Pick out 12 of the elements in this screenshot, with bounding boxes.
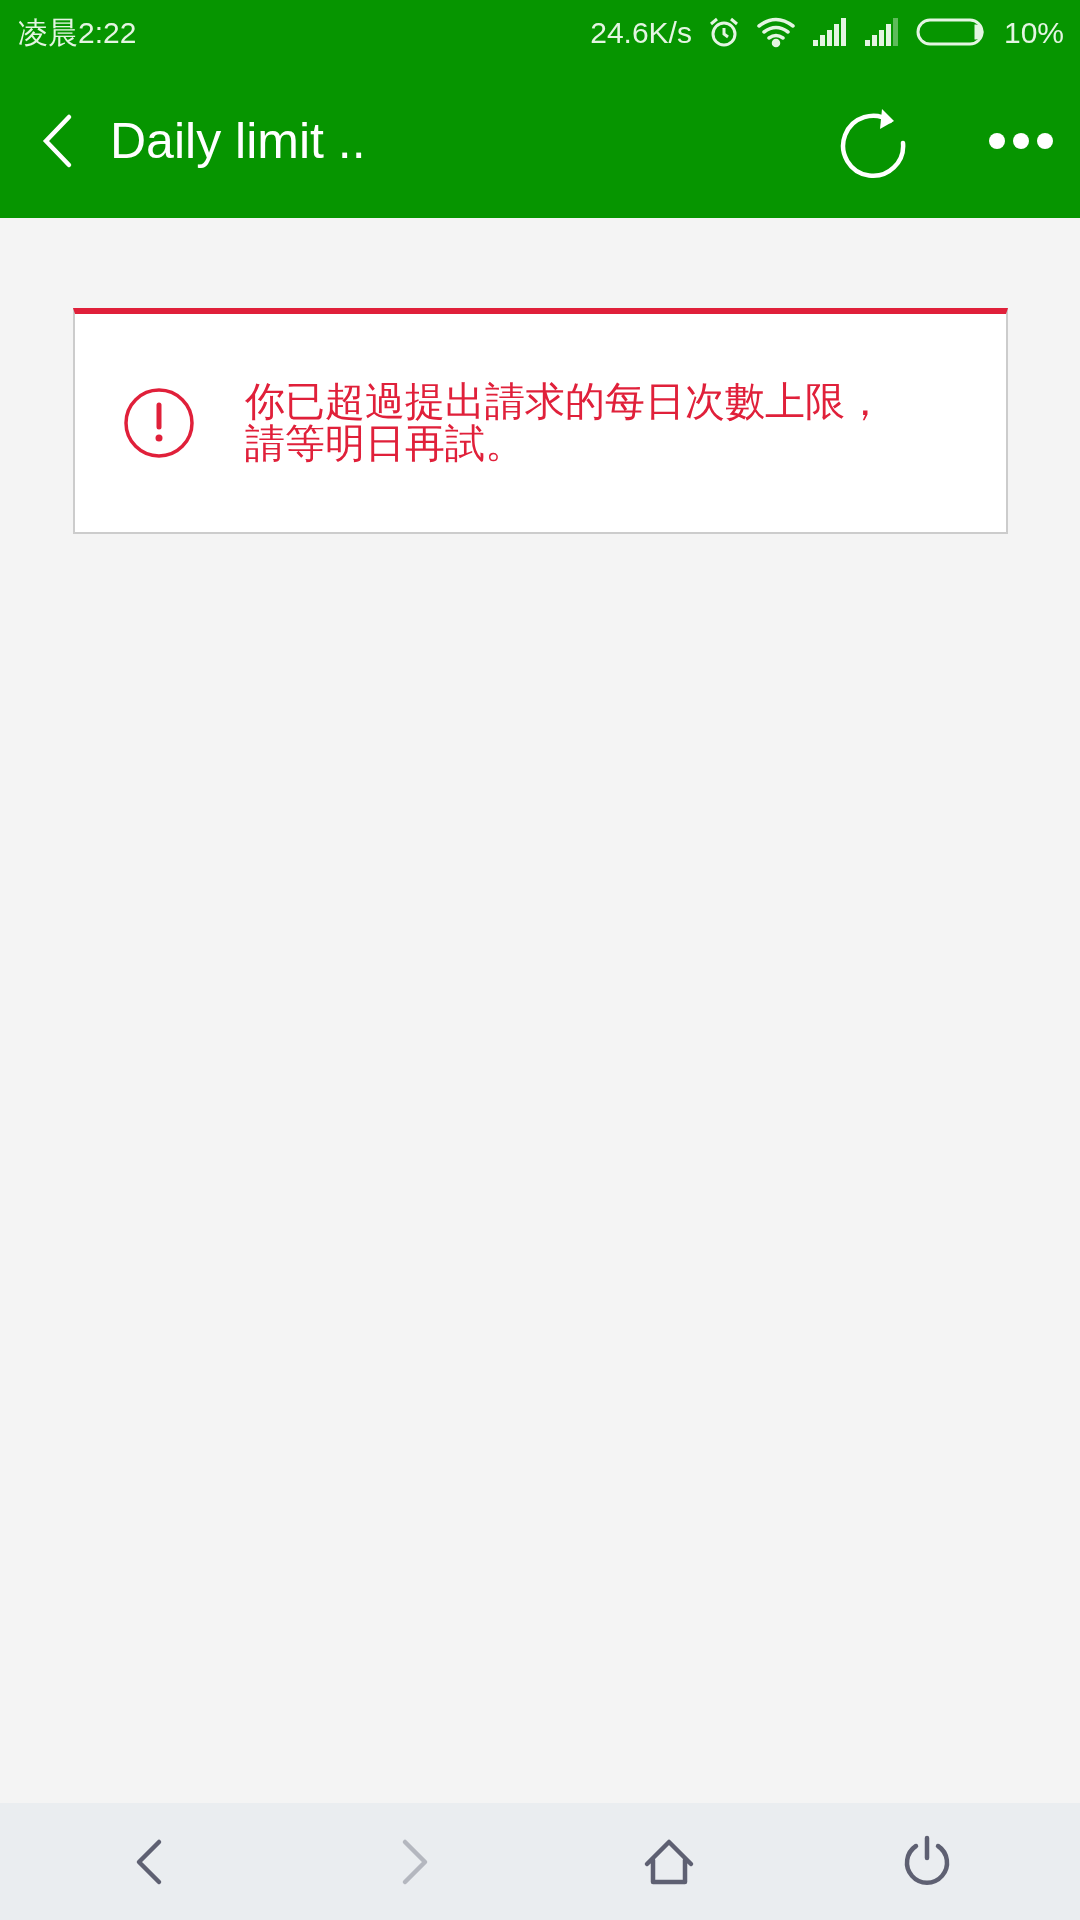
network-speed: 24.6K/s <box>590 14 692 51</box>
signal-icon <box>863 18 900 46</box>
alarm-icon <box>707 16 740 48</box>
back-button[interactable] <box>40 113 74 169</box>
wifi-icon <box>755 16 796 48</box>
battery-percent: 10% <box>1003 14 1064 51</box>
more-button[interactable] <box>988 132 1054 150</box>
error-message: 你已超過提出請求的每日次數上限，請等明日再試。 <box>245 381 885 465</box>
page-title: Daily limit .. <box>110 111 366 171</box>
status-time: 凌晨2:22 <box>18 14 137 51</box>
warning-icon <box>123 387 195 459</box>
signal-icon <box>811 18 848 46</box>
